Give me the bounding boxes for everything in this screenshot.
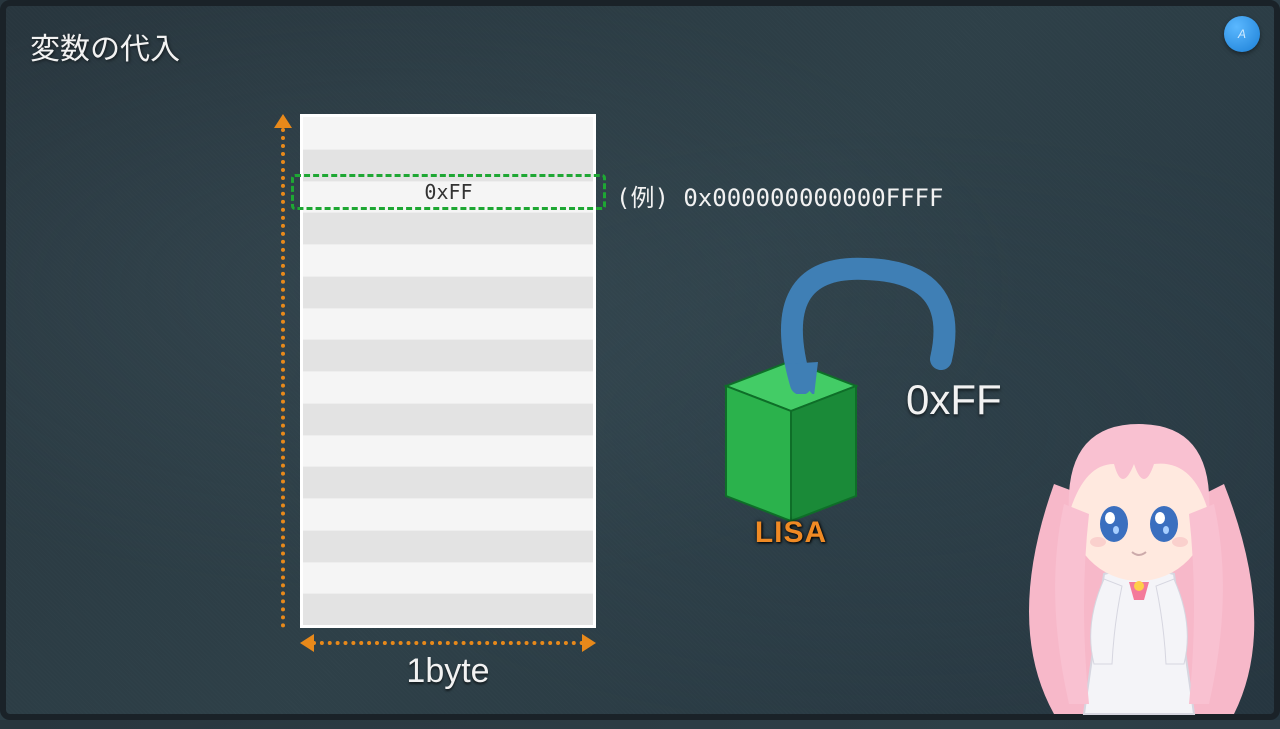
memory-row [303,308,593,340]
arrow-left-icon [300,634,314,652]
example-address: (例) 0x000000000000FFFF [616,178,943,213]
memory-row [303,117,593,149]
memory-row [303,530,593,562]
memory-row [303,593,593,625]
memory-row [303,435,593,467]
horizontal-width-arrow [300,636,596,650]
highlighted-memory-cell: 0xFF [291,174,606,210]
memory-row [303,403,593,435]
vertical-axis-arrow [276,114,290,628]
memory-row [303,276,593,308]
arrow-right-icon [582,634,596,652]
memory-row [303,498,593,530]
address-prefix: (例) [616,184,669,212]
memory-row [303,244,593,276]
memory-row [303,562,593,594]
memory-row [303,371,593,403]
variable-name-label: LISA [706,516,876,550]
memory-row [303,212,593,244]
logo-badge: A [1224,16,1260,52]
address-value: 0x000000000000FFFF [683,184,943,212]
page-title: 変数の代入 [30,24,180,68]
memory-row [303,339,593,371]
arrow-up-icon [274,114,292,128]
byte-width-label: 1byte [300,652,596,691]
memory-row [303,466,593,498]
assignment-arrow [746,254,966,394]
mascot-character [994,364,1280,724]
